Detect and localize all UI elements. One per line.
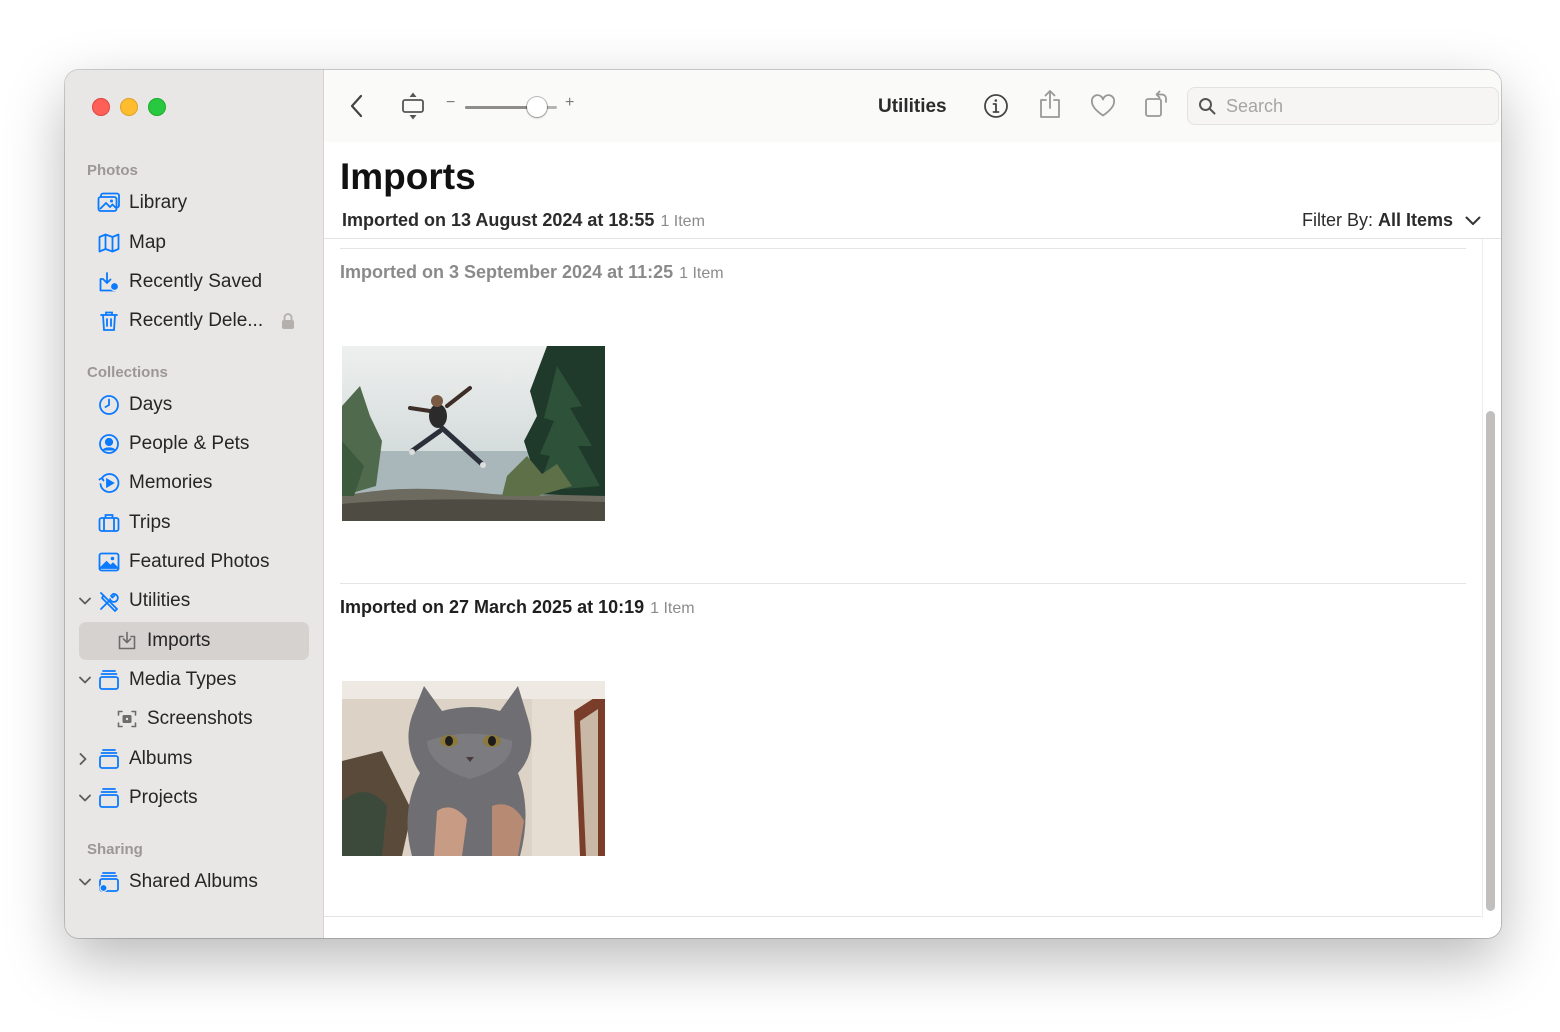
person-icon: [97, 432, 121, 456]
sidebar-item-label: Projects: [129, 787, 198, 808]
import-date-label: Imported on 27 March 2025 at 10:19: [340, 597, 645, 617]
filter-label: Filter By:: [1301, 210, 1373, 230]
sidebar-item-label: Recently Saved: [129, 271, 263, 292]
close-button[interactable]: [92, 98, 110, 116]
search-icon: [1198, 97, 1216, 115]
toolbar: − + Utilities: [324, 70, 1501, 142]
sidebar-item-label: Map: [129, 232, 166, 253]
group-divider: [340, 248, 1466, 249]
sidebar-item-imports[interactable]: Imports: [79, 622, 309, 660]
page-title: Imports: [340, 156, 476, 197]
stack-icon: [97, 668, 121, 692]
item-count: 1 Item: [660, 213, 705, 230]
trash-icon: [97, 309, 121, 333]
search-field[interactable]: [1187, 87, 1499, 125]
sidebar-item-media-types[interactable]: Media Types: [79, 661, 309, 699]
sidebar-item-shared-albums[interactable]: Shared Albums: [79, 863, 309, 901]
photo-thumbnail-cat[interactable]: [342, 681, 605, 856]
sidebar-item-trips[interactable]: Trips: [79, 504, 309, 542]
sidebar-item-featured-photos[interactable]: Featured Photos: [79, 543, 309, 581]
filter-dropdown[interactable]: Filter By: All Items: [1302, 210, 1481, 231]
chevron-down-icon[interactable]: [79, 779, 97, 817]
import-date-label: Imported on 13 August 2024 at 18:55: [342, 210, 655, 230]
sidebar-item-label: Shared Albums: [129, 871, 258, 892]
minimize-button[interactable]: [120, 98, 138, 116]
import-icon: [115, 629, 139, 653]
sidebar-item-days[interactable]: Days: [79, 386, 309, 424]
sidebar-item-albums[interactable]: Albums: [79, 740, 309, 778]
sidebar-item-label: Trips: [129, 512, 171, 533]
photo-thumbnail-jumping-person[interactable]: [342, 346, 605, 521]
sidebar-item-utilities[interactable]: Utilities: [79, 582, 309, 620]
import-group-title: Imported on 27 March 2025 at 10:19 1 Item: [340, 597, 695, 618]
sidebar-item-memories[interactable]: Memories: [79, 464, 309, 502]
chevron-down-icon[interactable]: [79, 661, 97, 699]
sidebar-item-people-pets[interactable]: People & Pets: [79, 425, 309, 463]
sidebar-item-map[interactable]: Map: [79, 224, 309, 262]
screenshot-icon: [115, 707, 139, 731]
zoom-slider-knob[interactable]: [527, 97, 547, 117]
group-divider: [340, 583, 1466, 584]
imports-content: Imported on 3 September 2024 at 11:25 1 I…: [324, 239, 1501, 938]
photos-window: Photos Library Map Recently Saved Recent…: [65, 70, 1501, 938]
tools-icon: [97, 589, 121, 613]
sidebar-item-label: Media Types: [129, 669, 237, 690]
import-group-title: Imported on 3 September 2024 at 11:25 1 I…: [340, 262, 724, 283]
lock-icon: [281, 312, 295, 330]
sidebar-item-recently-saved[interactable]: Recently Saved: [79, 263, 309, 301]
sidebar-item-library[interactable]: Library: [79, 184, 309, 222]
shared-albums-icon: [97, 870, 121, 894]
sidebar-item-label: Screenshots: [147, 708, 253, 729]
search-input[interactable]: [1224, 94, 1488, 118]
clock-icon: [97, 393, 121, 417]
library-icon: [97, 191, 121, 215]
sidebar-item-label: Imports: [147, 630, 211, 651]
sidebar-item-label: Albums: [129, 748, 193, 769]
item-count: 1 Item: [650, 600, 695, 617]
section-label-photos: Photos: [87, 162, 138, 179]
map-icon: [97, 231, 121, 255]
sidebar-item-recently-deleted[interactable]: Recently Dele...: [79, 302, 309, 340]
section-label-sharing: Sharing: [87, 841, 143, 858]
recently-saved-icon: [97, 270, 121, 294]
zoom-in-icon[interactable]: +: [565, 94, 574, 112]
import-date-label: Imported on 3 September 2024 at 11:25: [340, 262, 674, 282]
sidebar-item-label: Memories: [129, 472, 213, 493]
share-button[interactable]: [1038, 89, 1062, 119]
sidebar-item-projects[interactable]: Projects: [79, 779, 309, 817]
chevron-right-icon[interactable]: [79, 740, 97, 778]
fit-view-button[interactable]: [400, 90, 426, 122]
current-import-header: Imported on 13 August 2024 at 18:55 1 Ite…: [342, 210, 705, 231]
stack-icon: [97, 747, 121, 771]
stack-icon: [97, 786, 121, 810]
sidebar-item-label: People & Pets: [129, 433, 250, 454]
main-area: − + Utilities Search Imports Imported on…: [324, 70, 1501, 938]
scrollbar-thumb[interactable]: [1486, 411, 1495, 911]
window-controls: [92, 98, 166, 116]
section-label-collections: Collections: [87, 364, 168, 381]
info-button[interactable]: [983, 93, 1009, 119]
zoom-out-icon[interactable]: −: [446, 94, 455, 112]
content-bottom-divider: [324, 916, 1481, 917]
chevron-down-icon[interactable]: [79, 863, 97, 901]
back-button[interactable]: [350, 94, 364, 118]
filter-value: All Items: [1377, 210, 1453, 230]
sidebar-item-screenshots[interactable]: Screenshots: [79, 700, 309, 738]
suitcase-icon: [97, 511, 121, 535]
zoom-button[interactable]: [148, 98, 166, 116]
memories-icon: [97, 471, 121, 495]
sidebar-item-label: Recently Dele...: [129, 310, 264, 331]
chevron-down-icon: [1465, 216, 1481, 226]
rotate-button[interactable]: [1144, 89, 1170, 119]
sidebar-item-label: Utilities: [129, 590, 191, 611]
sidebar-item-label: Library: [129, 192, 188, 213]
chevron-down-icon[interactable]: [79, 582, 97, 620]
favorite-heart-button[interactable]: [1090, 94, 1116, 118]
featured-photos-icon: [97, 550, 121, 574]
sidebar-item-label: Featured Photos: [129, 551, 270, 572]
sidebar-item-label: Days: [129, 394, 173, 415]
sidebar: Photos Library Map Recently Saved Recent…: [65, 70, 324, 938]
item-count: 1 Item: [679, 265, 724, 282]
toolbar-title: Utilities: [878, 96, 947, 117]
